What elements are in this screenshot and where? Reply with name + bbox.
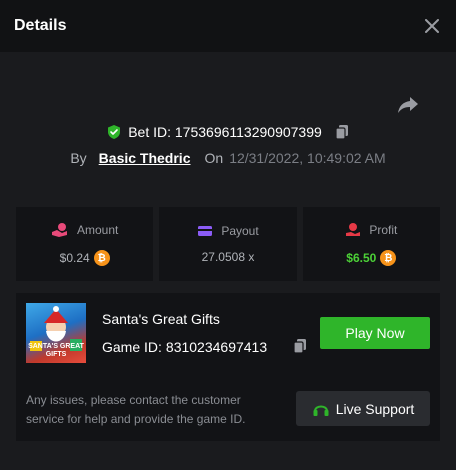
bet-meta-row: By Basic Thedric On 12/31/2022, 10:49:02…	[0, 150, 456, 166]
live-support-label: Live Support	[335, 400, 415, 417]
headset-icon	[312, 400, 330, 418]
thumbnail-caption: SANTA'S GREAT GIFTS	[28, 343, 84, 358]
play-now-button[interactable]: Play Now	[320, 317, 430, 349]
game-id-label: Game ID:	[102, 339, 162, 355]
profit-value: $6.50	[346, 251, 377, 265]
amount-label: Amount	[76, 223, 119, 237]
payout-stat: Payout 27.0508 x	[159, 207, 297, 281]
payout-value: 27.0508 x	[201, 250, 255, 264]
coin-icon: ₿	[380, 250, 397, 266]
card-icon	[197, 224, 213, 238]
timestamp: 12/31/2022, 10:49:02 AM	[229, 150, 386, 166]
game-card: SANTA'S GREAT GIFTS Santa's Great Gifts …	[16, 293, 440, 441]
profit-icon	[345, 222, 361, 238]
game-name: Santa's Great Gifts	[102, 311, 220, 327]
amount-stat: Amount $0.24 ₿	[16, 207, 154, 281]
page-title: Details	[14, 17, 67, 34]
on-label: On	[204, 150, 224, 166]
profit-stat: Profit $6.50 ₿	[302, 207, 440, 281]
header: Details	[0, 0, 456, 52]
coin-icon: ₿	[93, 250, 110, 266]
profit-label: Profit	[369, 223, 398, 237]
share-icon[interactable]	[396, 93, 420, 117]
bet-id-row: Bet ID: 1753696113290907399	[0, 124, 456, 140]
payout-label: Payout	[221, 224, 259, 238]
game-id-row: Game ID: 8310234697413	[102, 339, 267, 355]
amount-value: $0.24	[59, 251, 90, 265]
game-thumbnail[interactable]: SANTA'S GREAT GIFTS	[26, 303, 86, 363]
copy-icon[interactable]	[334, 124, 350, 140]
bet-id-label: Bet ID: 1753696113290907399	[128, 124, 322, 140]
shield-check-icon	[106, 124, 122, 140]
user-link[interactable]: Basic Thedric	[99, 150, 191, 166]
live-support-button[interactable]: Live Support	[296, 391, 430, 426]
support-note: Any issues, please contact the customer …	[26, 393, 246, 426]
game-id-value: 8310234697413	[165, 339, 268, 355]
coins-hand-icon	[51, 222, 69, 238]
stats-row: Amount $0.24 ₿ Payout 27.0508 x Profit $…	[16, 207, 440, 281]
by-label: By	[70, 150, 87, 166]
copy-game-id-icon[interactable]	[292, 338, 308, 354]
close-icon[interactable]	[422, 16, 442, 36]
